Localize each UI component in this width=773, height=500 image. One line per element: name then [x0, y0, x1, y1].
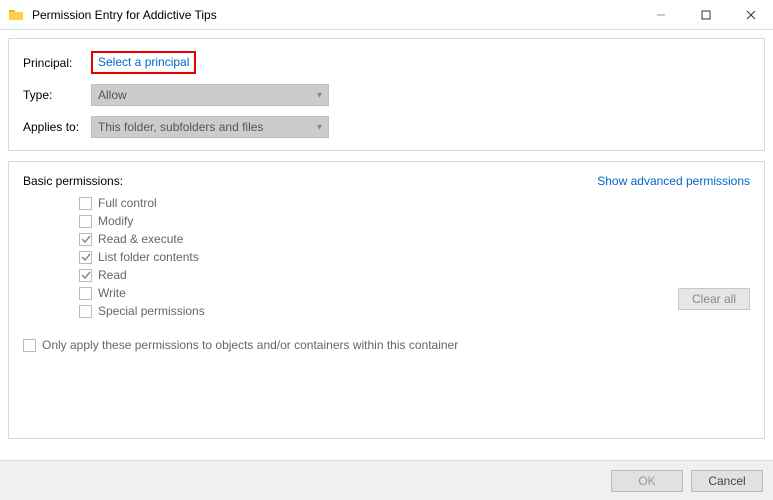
- maximize-button[interactable]: [683, 0, 728, 29]
- clear-all-button[interactable]: Clear all: [678, 288, 750, 310]
- only-apply-label: Only apply these permissions to objects …: [42, 338, 458, 352]
- only-apply-checkbox[interactable]: [23, 339, 36, 352]
- select-principal-link[interactable]: Select a principal: [98, 55, 189, 69]
- only-apply-row: Only apply these permissions to objects …: [23, 338, 750, 352]
- permission-label: Read: [98, 268, 127, 282]
- close-button[interactable]: [728, 0, 773, 29]
- content: Principal: Select a principal Type: Allo…: [0, 30, 773, 447]
- dialog-footer: OK Cancel: [0, 460, 773, 500]
- show-advanced-link[interactable]: Show advanced permissions: [597, 174, 750, 188]
- permission-label: Full control: [98, 196, 157, 210]
- permission-label: Read & execute: [98, 232, 183, 246]
- basic-permissions-label: Basic permissions:: [23, 174, 123, 188]
- cancel-button[interactable]: Cancel: [691, 470, 763, 492]
- permission-item: Special permissions: [79, 302, 750, 320]
- applies-to-select[interactable]: This folder, subfolders and files ▾: [91, 116, 329, 138]
- permissions-list: Full control Modify Read & execute List fol…: [79, 194, 750, 320]
- principal-panel: Principal: Select a principal Type: Allo…: [8, 38, 765, 151]
- window-title: Permission Entry for Addictive Tips: [32, 8, 638, 22]
- permission-label: List folder contents: [98, 250, 199, 264]
- permission-item: List folder contents: [79, 248, 750, 266]
- permission-checkbox[interactable]: [79, 269, 92, 282]
- applies-to-value: This folder, subfolders and files: [98, 120, 263, 134]
- ok-label: OK: [638, 474, 655, 488]
- chevron-down-icon: ▾: [317, 90, 322, 101]
- folder-icon: [8, 7, 24, 23]
- permission-item: Write: [79, 284, 750, 302]
- chevron-down-icon: ▾: [317, 122, 322, 133]
- principal-label: Principal:: [23, 56, 91, 70]
- permission-item: Modify: [79, 212, 750, 230]
- type-select[interactable]: Allow ▾: [91, 84, 329, 106]
- permission-checkbox[interactable]: [79, 233, 92, 246]
- clear-all-label: Clear all: [692, 292, 736, 306]
- select-principal-highlight: Select a principal: [91, 51, 196, 74]
- permission-item: Read: [79, 266, 750, 284]
- permission-label: Write: [98, 286, 126, 300]
- permission-item: Full control: [79, 194, 750, 212]
- permission-checkbox[interactable]: [79, 215, 92, 228]
- type-label: Type:: [23, 88, 91, 102]
- type-value: Allow: [98, 88, 127, 102]
- cancel-label: Cancel: [708, 474, 745, 488]
- permissions-panel: Basic permissions: Show advanced permiss…: [8, 161, 765, 439]
- permission-checkbox[interactable]: [79, 197, 92, 210]
- minimize-button[interactable]: [638, 0, 683, 29]
- window-controls: [638, 0, 773, 29]
- ok-button[interactable]: OK: [611, 470, 683, 492]
- permission-label: Modify: [98, 214, 133, 228]
- titlebar: Permission Entry for Addictive Tips: [0, 0, 773, 30]
- applies-to-label: Applies to:: [23, 120, 91, 134]
- permission-item: Read & execute: [79, 230, 750, 248]
- permission-label: Special permissions: [98, 304, 205, 318]
- permission-checkbox[interactable]: [79, 287, 92, 300]
- permission-checkbox[interactable]: [79, 305, 92, 318]
- permission-checkbox[interactable]: [79, 251, 92, 264]
